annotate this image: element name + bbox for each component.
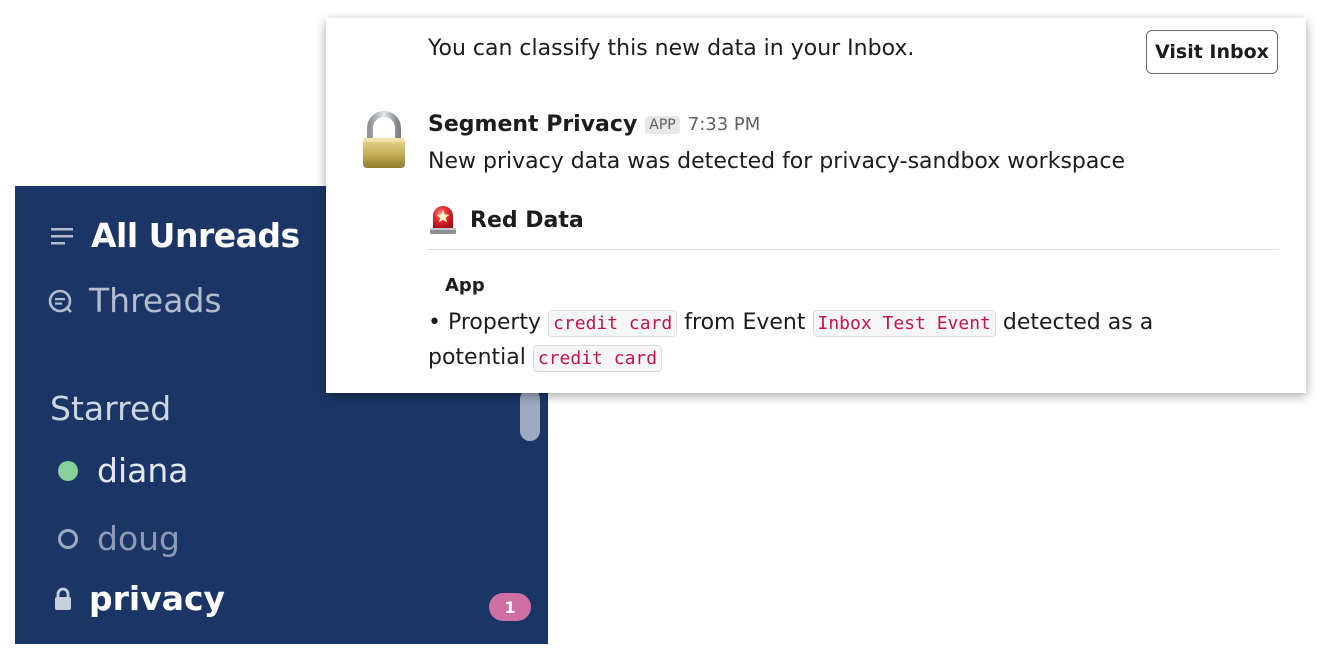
sidebar-item-diana[interactable]: diana: [58, 451, 548, 490]
section-label: Starred: [50, 389, 172, 428]
bullet-prefix-text: • Property: [428, 310, 542, 335]
message-body: New privacy data was detected for privac…: [428, 149, 1125, 174]
online-status-icon: [58, 460, 78, 481]
sidebar-item-doug[interactable]: doug: [58, 519, 548, 558]
app-badge: APP: [645, 115, 680, 134]
sidebar-item-label: privacy: [89, 579, 226, 618]
classify-message-text: You can classify this new data in your I…: [428, 36, 915, 61]
detected-text: detected as a: [1002, 310, 1154, 335]
detail-text-line: potential credit card: [428, 345, 663, 372]
red-data-section-heading: Red Data: [428, 204, 584, 236]
message-header: Segment Privacy APP 7:33 PM: [428, 112, 760, 137]
siren-icon: [428, 204, 458, 236]
lock-icon: [53, 587, 73, 611]
message-card: You can classify this new data in your I…: [326, 18, 1306, 393]
sidebar-scrollbar[interactable]: [520, 389, 540, 441]
event-code: Inbox Test Event: [812, 310, 996, 337]
unread-count-badge: 1: [489, 593, 531, 621]
from-event-text: from Event: [684, 310, 806, 335]
sidebar-item-label: All Unreads: [91, 216, 300, 255]
potential-text: potential: [428, 345, 526, 370]
message-timestamp[interactable]: 7:33 PM: [688, 114, 761, 135]
sender-name[interactable]: Segment Privacy: [428, 112, 637, 137]
sidebar-item-label: Threads: [89, 281, 222, 320]
property-code: credit card: [548, 310, 678, 337]
detail-text-line: • Property credit card from Event Inbox …: [428, 310, 1154, 337]
section-divider: [428, 249, 1279, 250]
sidebar-item-label: diana: [97, 451, 189, 490]
starred-section-heading[interactable]: Starred: [50, 389, 548, 428]
visit-inbox-button[interactable]: Visit Inbox: [1146, 30, 1278, 74]
padlock-avatar-icon[interactable]: [360, 110, 408, 170]
threads-icon: [47, 288, 73, 314]
field-label: App: [445, 275, 485, 296]
away-status-icon: [58, 528, 78, 549]
menu-lines-icon: [51, 227, 73, 245]
section-title: Red Data: [470, 207, 584, 233]
sidebar-item-privacy[interactable]: privacy: [53, 579, 548, 618]
sidebar-item-label: doug: [97, 519, 180, 558]
classification-code: credit card: [532, 345, 663, 372]
